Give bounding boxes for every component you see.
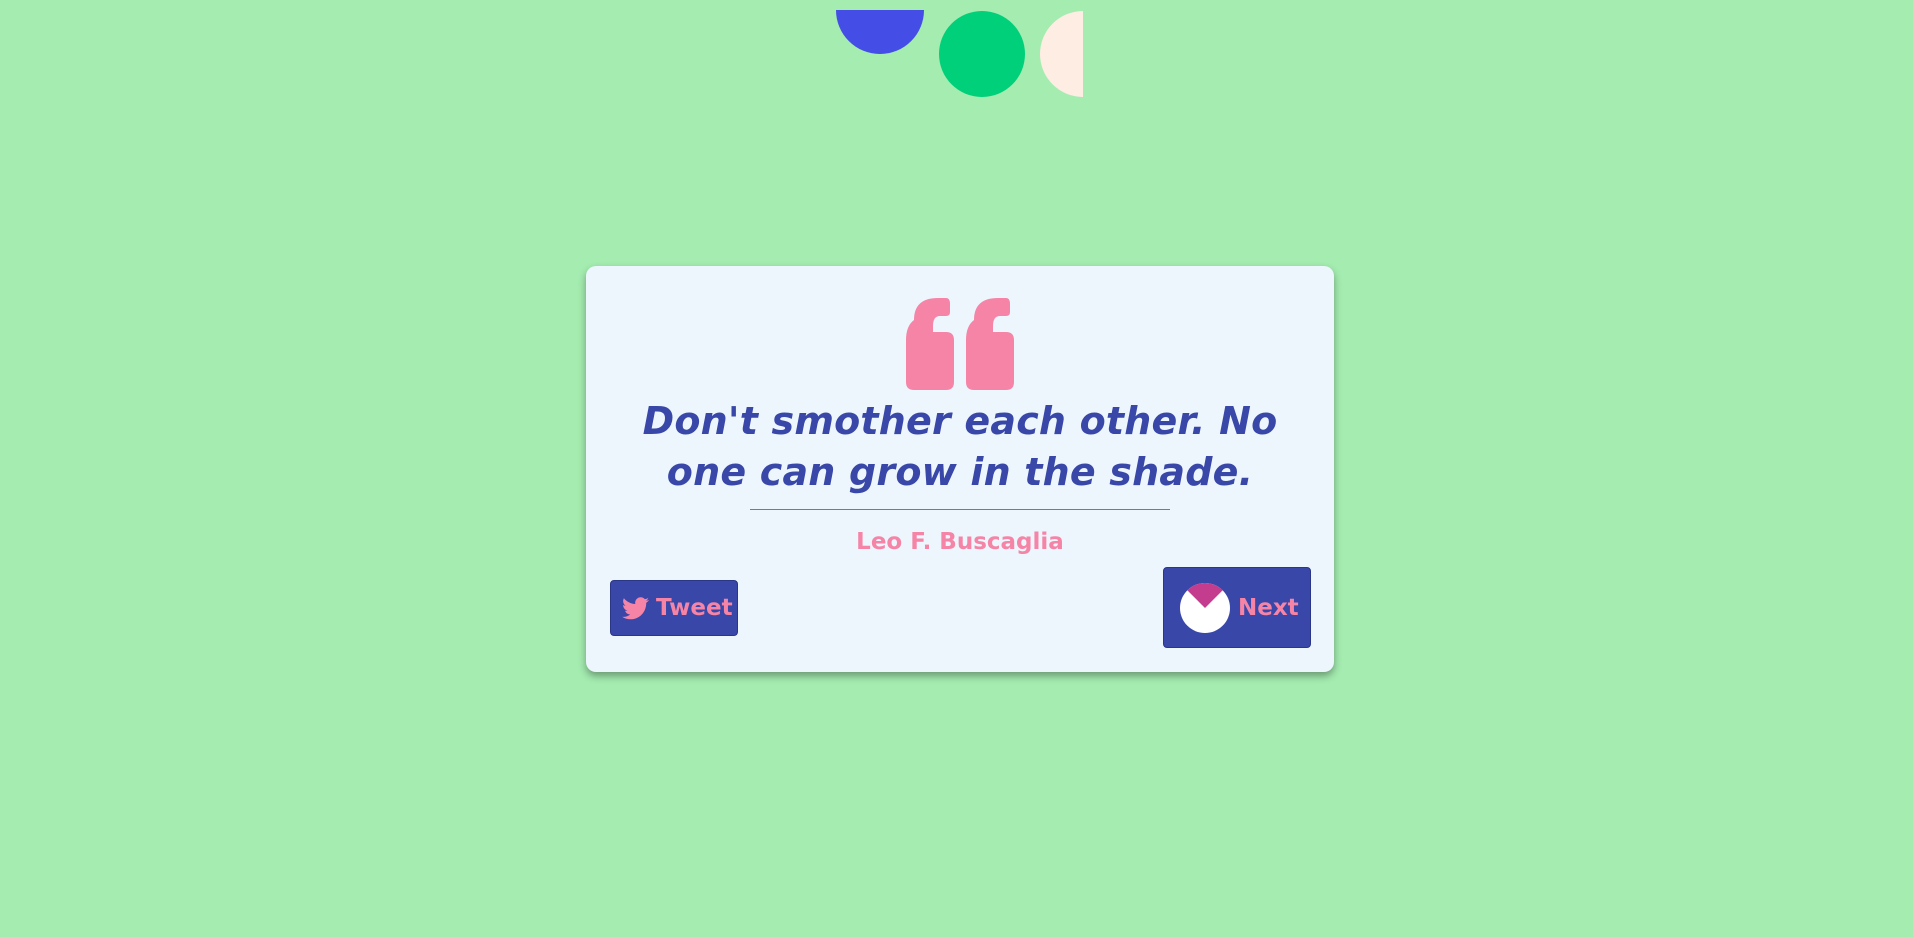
quote-author: Leo F. Buscaglia [856,529,1064,555]
divider [750,509,1170,510]
twitter-bird-icon [622,596,649,620]
quote-text: Don't smother each other. No one can gro… [642,399,1278,494]
tweet-button[interactable]: Tweet [610,580,738,636]
next-label: Next [1238,594,1299,621]
page: Don't smother each other. No one can gro… [0,0,1913,937]
decorative-circle-green [939,11,1025,97]
tweet-label: Tweet [656,595,733,621]
quote-card: Don't smother each other. No one can gro… [586,266,1334,672]
quote-mark-icon [906,298,1014,390]
decorative-half-circle-blue [836,10,924,54]
decorative-half-circle-cream [1040,11,1083,97]
next-button[interactable]: Next [1163,567,1311,648]
loading-spinner-icon [1179,582,1231,634]
